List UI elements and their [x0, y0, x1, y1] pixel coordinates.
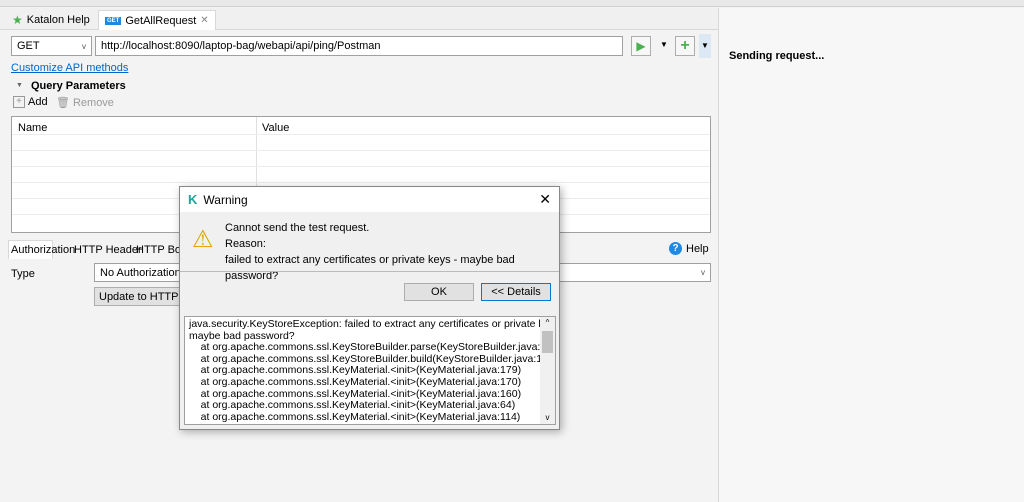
response-panel: Sending request...: [718, 8, 1024, 502]
katalon-logo-icon: K: [188, 192, 198, 207]
get-badge: GET: [105, 16, 122, 25]
dialog-titlebar: K Warning ✕: [180, 187, 559, 212]
stack-trace-text[interactable]: java.security.KeyStoreException: failed …: [184, 316, 556, 425]
reason-label: Reason:: [225, 238, 266, 250]
add-dropdown-icon[interactable]: ▼: [699, 34, 711, 58]
top-toolbar: [0, 0, 1024, 7]
run-button[interactable]: ▶: [631, 36, 651, 56]
editor-tabs: ★ Katalon Help GET GetAllRequest ✕: [0, 8, 718, 30]
run-dropdown-icon[interactable]: ▼: [660, 40, 668, 49]
type-label: Type: [11, 268, 35, 280]
warning-dialog: K Warning ✕ ⚠ Cannot send the test reque…: [179, 186, 560, 430]
play-icon: ▶: [636, 39, 646, 53]
column-value: Value: [262, 122, 290, 134]
trash-icon: 🗑: [56, 97, 70, 109]
plus-icon: +: [680, 37, 690, 54]
query-params-header[interactable]: ▼ Query Parameters: [16, 80, 126, 92]
method-select[interactable]: GET v: [11, 36, 92, 56]
plus-box-icon: +: [13, 96, 25, 108]
ok-button[interactable]: OK: [404, 283, 474, 301]
details-button[interactable]: << Details: [481, 283, 551, 301]
close-icon[interactable]: ✕: [200, 15, 208, 26]
customize-api-link[interactable]: Customize API methods: [11, 62, 128, 74]
dialog-message: Cannot send the test request.: [225, 222, 370, 234]
scrollbar[interactable]: ^ v: [540, 317, 555, 424]
add-button[interactable]: +: [675, 36, 695, 56]
star-icon: ★: [12, 13, 23, 27]
tab-http-header[interactable]: HTTP Header: [74, 244, 142, 256]
tab-get-all-request[interactable]: GET GetAllRequest ✕: [98, 10, 216, 30]
response-status: Sending request...: [729, 50, 825, 62]
column-name: Name: [18, 122, 48, 134]
remove-param-button[interactable]: 🗑 Remove: [56, 96, 114, 110]
tab-authorization[interactable]: Authorization: [11, 244, 75, 256]
chevron-down-icon: v: [82, 41, 86, 51]
warning-icon: ⚠: [192, 226, 214, 253]
help-icon: ?: [669, 242, 682, 255]
tab-katalon-help[interactable]: ★ Katalon Help: [6, 10, 96, 30]
help-button[interactable]: ? Help: [669, 242, 709, 255]
close-icon[interactable]: ✕: [539, 191, 551, 208]
reason-text: failed to extract any certificates or pr…: [225, 254, 515, 282]
chevron-down-icon: v: [701, 268, 705, 277]
add-param-button[interactable]: + Add: [13, 96, 48, 108]
url-input[interactable]: http://localhost:8090/laptop-bag/webapi/…: [95, 36, 623, 56]
collapse-icon: ▼: [16, 82, 23, 89]
